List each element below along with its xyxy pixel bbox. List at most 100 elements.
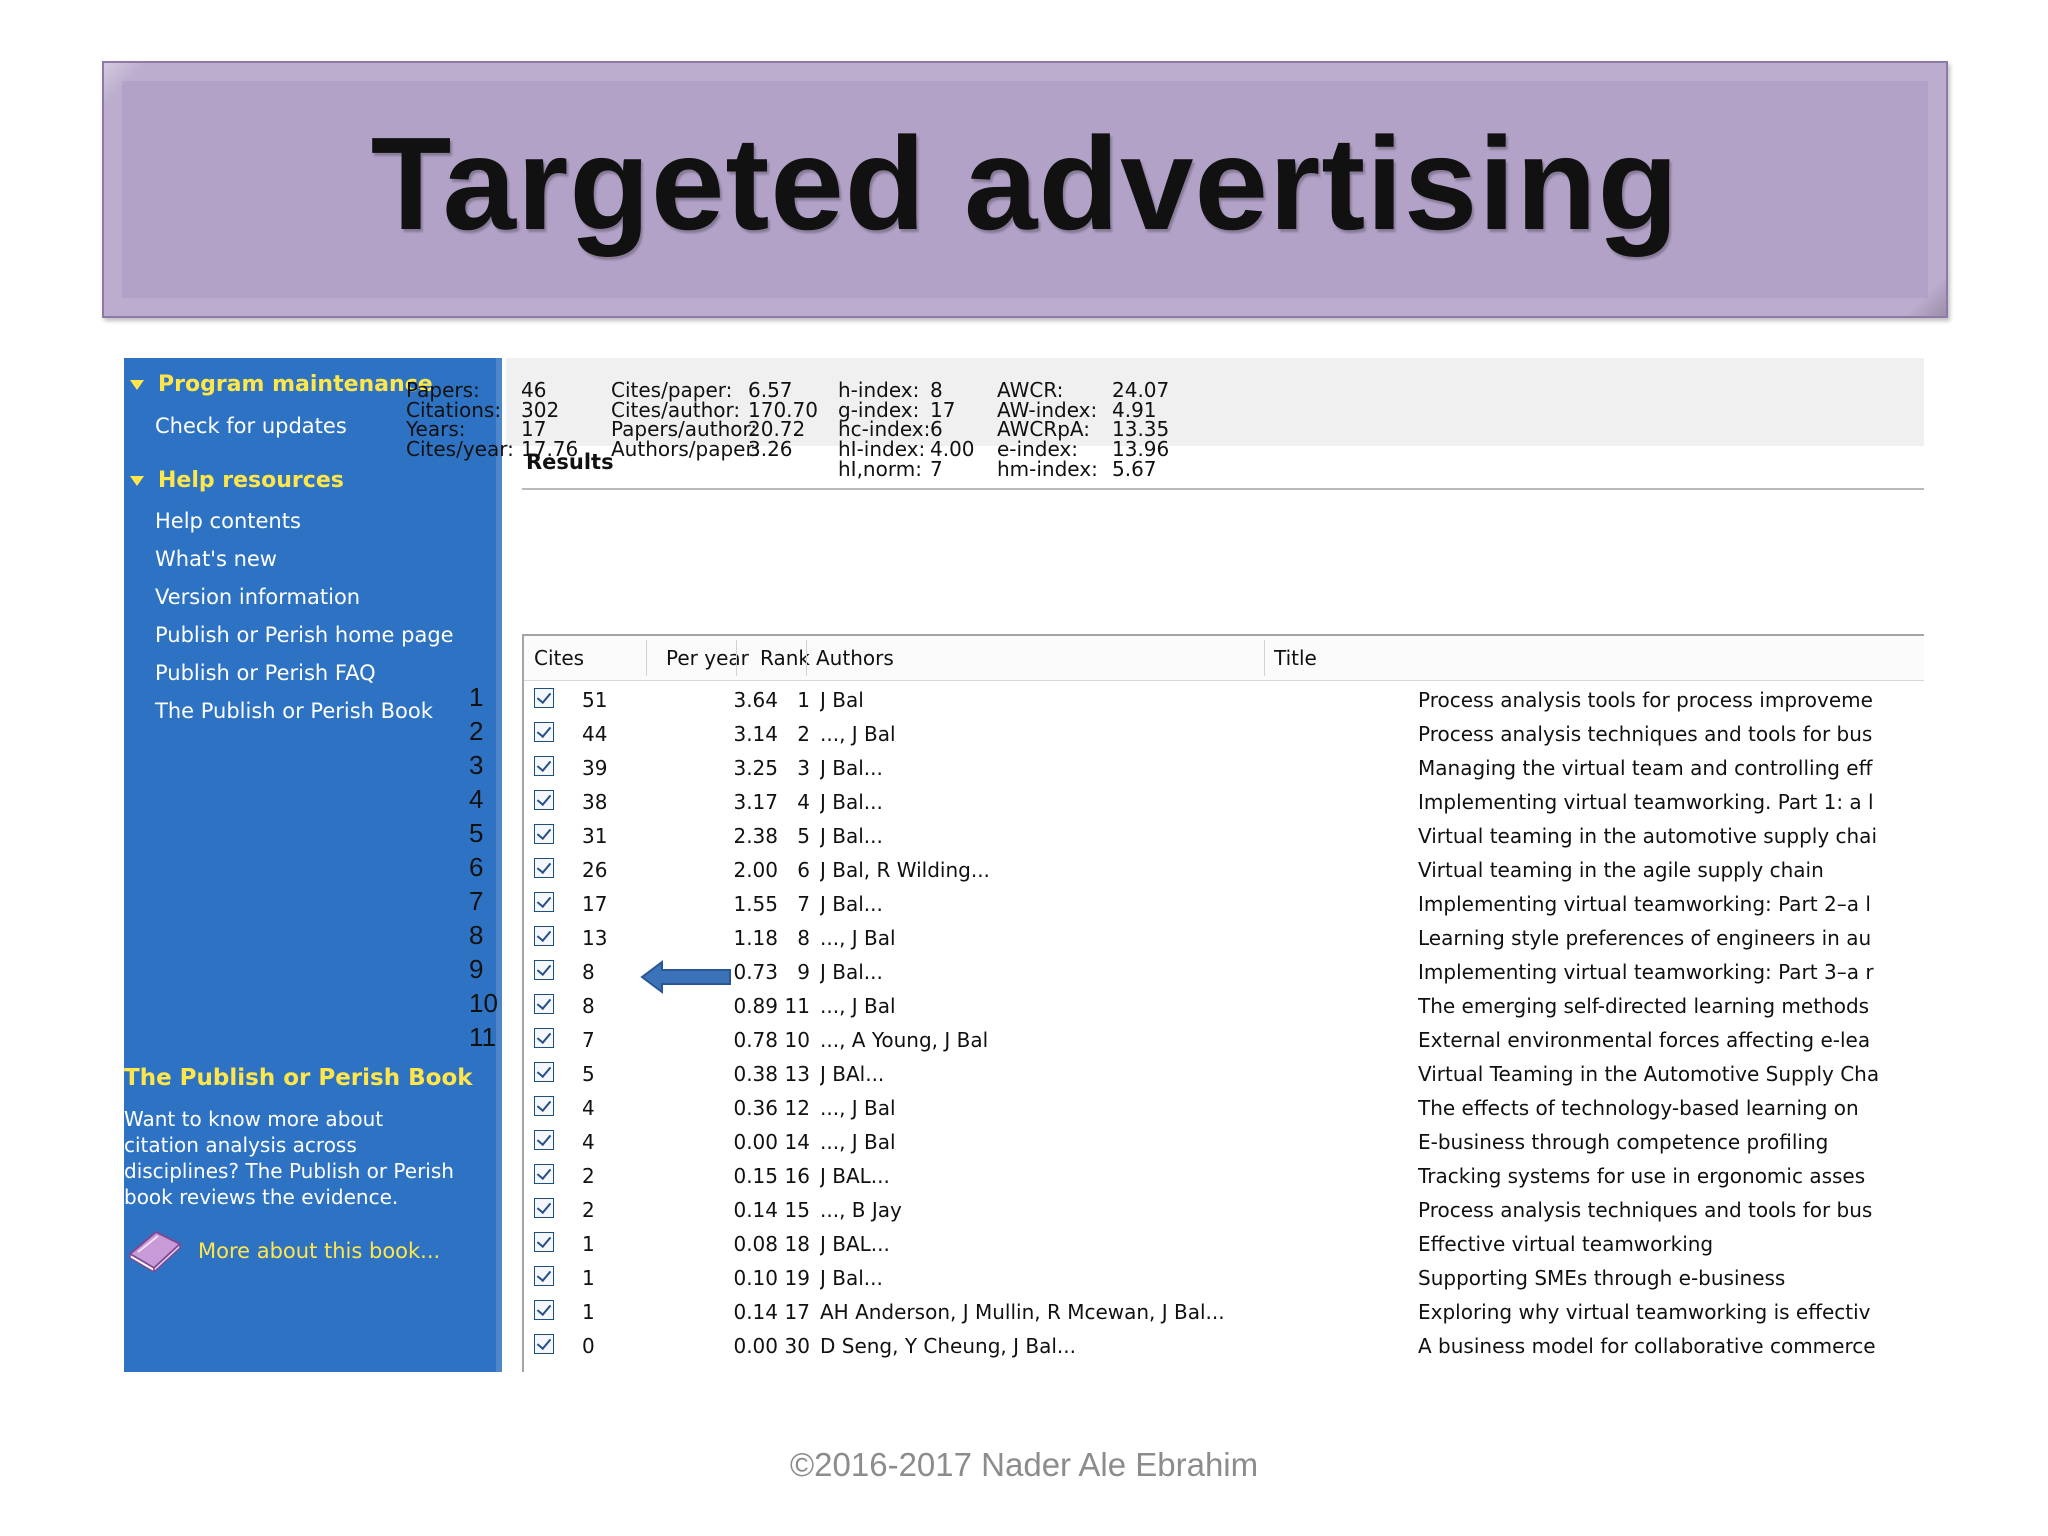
table-row[interactable]: 5 0.38 13 J BAl... Virtual Teaming in the Au… [524,1058,1924,1092]
row-number: 9 [469,954,484,984]
table-row[interactable]: 17 1.55 7 J Bal... Implementing virtual team… [524,888,1924,922]
per-year-cell: 0.36 [733,1096,778,1120]
per-year-cell: 1.18 [733,926,778,950]
authors-cell: ..., J Bal [820,722,896,746]
table-row[interactable]: 1 0.08 18 J BAL... Effective virtual teamwor… [524,1228,1924,1262]
cites-cell: 1 [582,1300,595,1324]
per-year-cell: 0.14 [733,1300,778,1324]
title-banner: Targeted advertising [102,61,1948,318]
row-checkbox[interactable] [534,1062,554,1082]
authors-cell: J BAl... [820,1062,885,1086]
column-separator[interactable] [1264,640,1265,676]
table-row[interactable]: 51 3.64 1 J Bal Process analysis tools for p… [524,684,1924,718]
authors-cell: J Bal... [820,756,883,780]
table-row[interactable]: 38 3.17 4 J Bal... Implementing virtual team… [524,786,1924,820]
table-row[interactable]: 4 0.00 14 ..., J Bal E-business through comp… [524,1126,1924,1160]
cites-cell: 51 [582,688,608,712]
slide-footer: ©2016-2017 Nader Ale Ebrahim [789,1446,1259,1483]
column-separator[interactable] [646,640,647,676]
column-header-cites[interactable]: Cites [534,646,584,670]
row-checkbox[interactable] [534,1028,554,1048]
per-year-cell: 0.00 [733,1130,778,1154]
metric-value: 7 [930,456,943,481]
table-row[interactable]: 2 0.15 16 J BAL... Tracking systems for use … [524,1160,1924,1194]
link-help-contents[interactable]: Help contents [155,509,301,533]
row-checkbox[interactable] [534,824,554,844]
book-icon[interactable] [126,1224,182,1272]
row-checkbox[interactable] [534,722,554,742]
row-checkbox[interactable] [534,1266,554,1286]
book-heading: The Publish or Perish Book [124,1065,473,1091]
column-header-title[interactable]: Title [1274,646,1317,670]
title-cell: Implementing virtual teamworking. Part 1… [1418,790,1874,814]
section-heading-help-resources[interactable]: Help resources [130,468,344,493]
title-cell: Managing the virtual team and controllin… [1418,756,1873,780]
per-year-cell: 3.17 [733,790,778,814]
section-heading-program-maintenance[interactable]: Program maintenance [130,372,433,397]
rank-cell: 14 [784,1130,810,1154]
table-row[interactable]: 0 0.00 30 D Seng, Y Cheung, J Bal... A busin… [524,1330,1924,1364]
results-grid[interactable]: Cites Per year Rank Authors Title 51 3.64… [522,634,1924,1372]
collapse-triangle-icon[interactable] [130,379,144,390]
row-checkbox[interactable] [534,960,554,980]
authors-cell: ..., J Bal [820,1096,896,1120]
table-row[interactable]: 4 0.36 12 ..., J Bal The effects of technolo… [524,1092,1924,1126]
table-row[interactable]: 1 0.14 17 AH Anderson, J Mullin, R Mcewan, … [524,1296,1924,1330]
row-checkbox[interactable] [534,892,554,912]
table-row[interactable]: 26 2.00 6 J Bal, R Wilding... Virtual teamin… [524,854,1924,888]
table-row[interactable]: 39 3.25 3 J Bal... Managing the virtual team… [524,752,1924,786]
results-divider [522,488,1924,490]
rank-cell: 15 [784,1198,810,1222]
column-separator[interactable] [806,640,807,676]
per-year-cell: 2.38 [733,824,778,848]
link-pop-book[interactable]: The Publish or Perish Book [155,699,433,723]
rank-cell: 9 [797,960,810,984]
rank-cell: 19 [784,1266,810,1290]
table-row[interactable]: 31 2.38 5 J Bal... Virtual teaming in the au… [524,820,1924,854]
left-arrow-icon [640,960,731,994]
row-checkbox[interactable] [534,926,554,946]
column-header-rank[interactable]: Rank [760,646,810,670]
row-checkbox[interactable] [534,1334,554,1354]
column-separator[interactable] [736,640,737,676]
row-checkbox[interactable] [534,1198,554,1218]
link-check-for-updates[interactable]: Check for updates [155,414,347,438]
row-checkbox[interactable] [534,1232,554,1252]
table-row[interactable]: 2 0.14 15 ..., B Jay Process analysis techni… [524,1194,1924,1228]
row-checkbox[interactable] [534,1300,554,1320]
table-row[interactable]: 8 0.73 9 J Bal... Implementing virtual teamw… [524,956,1924,990]
column-header-authors[interactable]: Authors [816,646,894,670]
title-cell: Virtual teaming in the automotive supply… [1418,824,1877,848]
row-checkbox[interactable] [534,756,554,776]
more-about-book-link[interactable]: More about this book... [198,1239,440,1263]
link-pop-faq[interactable]: Publish or Perish FAQ [155,661,376,685]
row-checkbox[interactable] [534,688,554,708]
cites-cell: 13 [582,926,608,950]
title-cell: Process analysis techniques and tools fo… [1418,722,1873,746]
row-checkbox[interactable] [534,858,554,878]
cites-cell: 4 [582,1130,595,1154]
title-cell: Process analysis tools for process impro… [1418,688,1873,712]
row-checkbox[interactable] [534,1130,554,1150]
table-row[interactable]: 13 1.18 8 ..., J Bal Learning style preferen… [524,922,1924,956]
table-row[interactable]: 8 0.89 11 ..., J Bal The emerging self-direc… [524,990,1924,1024]
table-row[interactable]: 1 0.10 19 J Bal... Supporting SMEs through e… [524,1262,1924,1296]
rank-cell: 5 [797,824,810,848]
link-whats-new[interactable]: What's new [155,547,277,571]
row-number: 5 [469,818,484,848]
row-checkbox[interactable] [534,994,554,1014]
table-row[interactable]: 7 0.78 10 ..., A Young, J Bal External envir… [524,1024,1924,1058]
row-checkbox[interactable] [534,1164,554,1184]
link-version-information[interactable]: Version information [155,585,360,609]
collapse-triangle-icon[interactable] [130,475,144,486]
panel-divider[interactable] [496,358,502,1372]
link-pop-home-page[interactable]: Publish or Perish home page [155,623,454,647]
row-checkbox[interactable] [534,1096,554,1116]
rank-cell: 10 [784,1028,810,1052]
metric-value: 3.26 [748,437,793,462]
table-row[interactable]: 44 3.14 2 ..., J Bal Process analysis techni… [524,718,1924,752]
cites-cell: 1 [582,1232,595,1256]
rank-cell: 7 [797,892,810,916]
authors-cell: AH Anderson, J Mullin, R Mcewan, J Bal..… [820,1300,1225,1324]
row-checkbox[interactable] [534,790,554,810]
